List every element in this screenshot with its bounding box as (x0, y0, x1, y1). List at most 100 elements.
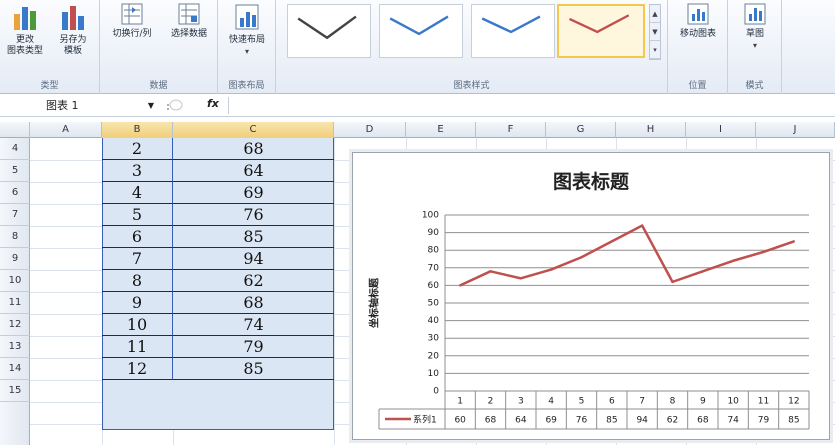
column-header-i[interactable]: I (686, 122, 756, 138)
chart-style-thumbnail-3[interactable] (471, 4, 555, 58)
row-header-5[interactable]: 5 (0, 160, 30, 182)
cell-b4[interactable]: 2 (102, 138, 173, 160)
chart-style-4-preview (569, 14, 630, 34)
row-header-15[interactable]: 15 (0, 380, 30, 402)
chart-style-thumbnail-2[interactable] (379, 4, 463, 58)
data-point-10[interactable] (731, 259, 735, 262)
draft-chart-icon (744, 3, 766, 25)
cell-c13[interactable]: 79 (173, 336, 334, 358)
embedded-chart[interactable]: 图表标题 坐标轴标题 0 10 20 30 40 50 60 70 80 90 100 1 2 3 4 5 6 7… (352, 152, 830, 440)
data-table-value-2: 68 (485, 416, 497, 426)
gallery-more-icon[interactable]: ▾ (650, 41, 660, 59)
cell-b7[interactable]: 5 (102, 204, 173, 226)
name-box-dropdown-icon[interactable]: ▼ (148, 97, 154, 114)
data-point-1[interactable] (458, 284, 462, 287)
column-header-a[interactable]: A (30, 122, 102, 138)
data-table-value-3: 64 (515, 416, 527, 426)
cell-c14[interactable]: 85 (173, 358, 334, 380)
column-header-b[interactable]: B (102, 122, 173, 138)
x-category-label-9: 9 (700, 397, 706, 407)
cell-c5[interactable]: 64 (173, 160, 334, 182)
select-all-corner[interactable] (0, 122, 30, 138)
data-point-2[interactable] (489, 270, 492, 273)
column-header-f[interactable]: F (476, 122, 546, 138)
column-header-d[interactable]: D (334, 122, 406, 138)
chart-style-gallery-scroller[interactable]: ▲ ▼ ▾ (649, 4, 661, 60)
chart-style-2-preview (389, 15, 449, 36)
ribbon-group-type: 更改 图表类型 另存为 模板 类型 (0, 0, 100, 94)
cell-b11[interactable]: 9 (102, 292, 173, 314)
cell-b6[interactable]: 4 (102, 182, 173, 204)
column-header-c[interactable]: C (173, 122, 334, 138)
draft-mode-label: 草图 (745, 29, 764, 39)
data-point-6[interactable] (610, 240, 614, 243)
cell-c8[interactable]: 85 (173, 226, 334, 248)
data-point-9[interactable] (701, 270, 705, 273)
row-header-10[interactable]: 10 (0, 270, 30, 292)
x-category-label-10: 10 (727, 397, 739, 407)
series-line-0[interactable] (459, 224, 795, 287)
cell-b5[interactable]: 3 (102, 160, 173, 182)
x-category-label-3: 3 (518, 397, 524, 407)
change-chart-type-button[interactable]: 更改 图表类型 (2, 2, 48, 57)
data-point-4[interactable] (549, 268, 553, 271)
row-header-13[interactable]: 13 (0, 336, 30, 358)
row-header-6[interactable]: 6 (0, 182, 30, 204)
cell-b8[interactable]: 6 (102, 226, 173, 248)
data-point-11[interactable] (762, 250, 765, 254)
cell-b13[interactable]: 11 (102, 336, 173, 358)
cell-c6[interactable]: 69 (173, 182, 334, 204)
draft-mode-dropdown[interactable]: ▾ (753, 41, 757, 50)
name-box-value: 图表 1 (46, 99, 79, 112)
chart-style-thumbnail-4-selected[interactable] (557, 4, 645, 58)
switch-row-column-button[interactable]: 切换行/列 (104, 2, 160, 40)
column-header-e[interactable]: E (406, 122, 476, 138)
chart-plot-area[interactable]: 01020304050607080901001 2 3 4 5 6 7 8 9 10 11 1260 6… (353, 153, 831, 441)
row-header-8[interactable]: 8 (0, 226, 30, 248)
row-header-12[interactable]: 12 (0, 314, 30, 336)
insert-function-button[interactable]: fx (207, 97, 219, 110)
column-header-g[interactable]: G (546, 122, 616, 138)
row-header-4[interactable]: 4 (0, 138, 30, 160)
cell-c7[interactable]: 76 (173, 204, 334, 226)
data-point-3[interactable] (519, 277, 523, 280)
cell-c12[interactable]: 74 (173, 314, 334, 336)
quick-layout-button[interactable]: 快速布局 ▾ (222, 2, 272, 58)
cell-c10[interactable]: 62 (173, 270, 334, 292)
cell-c11[interactable]: 68 (173, 292, 334, 314)
data-point-8[interactable] (671, 280, 674, 284)
cell-c9[interactable]: 94 (173, 248, 334, 270)
formula-input[interactable] (228, 97, 828, 114)
row-header-11[interactable]: 11 (0, 292, 30, 314)
cell-b12[interactable]: 10 (102, 314, 173, 336)
data-table-value-1: 60 (454, 416, 466, 426)
cell-b9[interactable]: 7 (102, 248, 173, 270)
x-category-label-8: 8 (670, 397, 676, 407)
x-category-label-11: 11 (758, 397, 769, 407)
data-point-12[interactable] (792, 240, 796, 243)
save-as-template-button[interactable]: 另存为 模板 (50, 2, 96, 57)
chart-style-thumbnail-1[interactable] (287, 4, 371, 58)
quick-layout-dropdown[interactable]: ▾ (245, 47, 249, 56)
gallery-scroll-up-icon[interactable]: ▲ (650, 5, 660, 23)
cell-b10[interactable]: 8 (102, 270, 173, 292)
data-point-7[interactable] (640, 224, 644, 227)
draft-mode-button[interactable]: 草图 ▾ (732, 2, 778, 52)
name-box[interactable]: 图表 1 ▼ (40, 97, 160, 114)
column-header-j[interactable]: J (756, 122, 835, 138)
row-header-7[interactable]: 7 (0, 204, 30, 226)
quick-layout-label: 快速布局 (228, 35, 265, 45)
gallery-scroll-down-icon[interactable]: ▼ (650, 23, 660, 41)
select-data-button[interactable]: 选择数据 (162, 2, 216, 40)
row-header-14[interactable]: 14 (0, 358, 30, 380)
row-headers: 4 5 6 7 8 9 10 11 12 13 14 15 (0, 138, 30, 445)
data-table-value-12: 85 (788, 416, 799, 426)
move-chart-button[interactable]: 移动图表 (672, 2, 724, 40)
data-point-5[interactable] (580, 256, 583, 259)
cell-c4[interactable]: 68 (173, 138, 334, 160)
column-header-h[interactable]: H (616, 122, 686, 138)
chart-style-3-preview (481, 15, 541, 34)
row-header-9[interactable]: 9 (0, 248, 30, 270)
y-tick-label-30: 30 (428, 334, 440, 344)
cell-b14[interactable]: 12 (102, 358, 173, 380)
